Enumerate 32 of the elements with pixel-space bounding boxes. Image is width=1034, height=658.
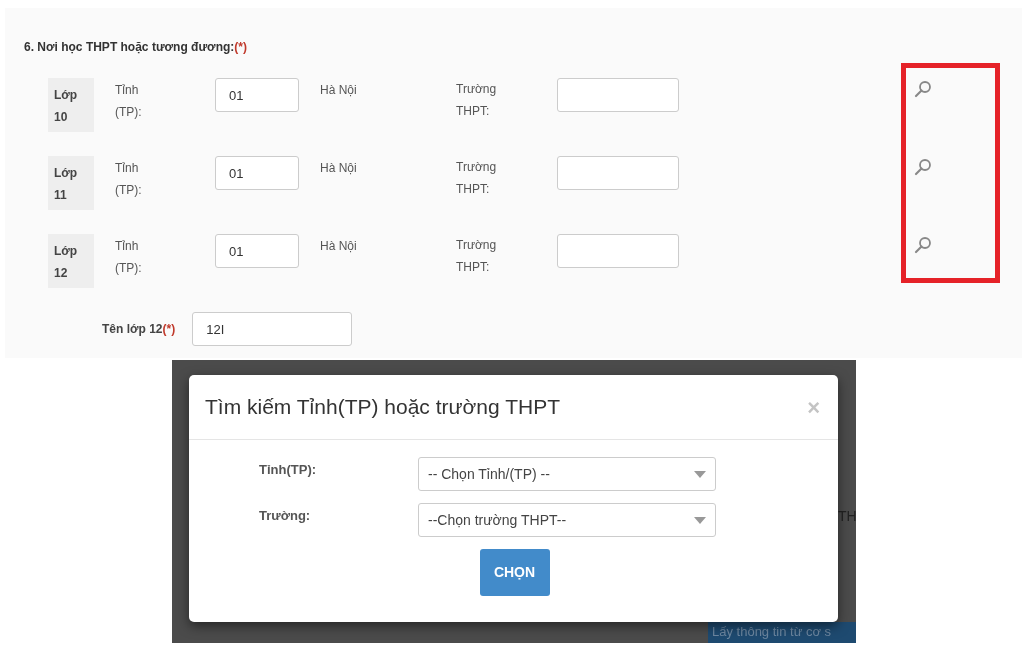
dropdown-caret-icon <box>694 470 706 478</box>
province-code-field[interactable]: 01 <box>215 156 299 190</box>
province-label: Tỉnh (TP): <box>115 238 143 277</box>
province-code-field[interactable]: 01 <box>215 234 299 268</box>
class-name-field[interactable]: 12I <box>192 312 353 346</box>
grade-label: Lớp 10 <box>48 78 94 132</box>
grade-label: Lớp 12 <box>48 234 94 288</box>
field-label: Tỉnh(TP): <box>259 461 318 479</box>
select-dropdown[interactable]: --Chọn trường THPT-- <box>418 503 716 537</box>
select-dropdown[interactable]: -- Chọn Tỉnh/(TP) -- <box>418 457 716 491</box>
grade-label: Lớp 11 <box>48 156 94 210</box>
section-title: 6. Nơi học THPT hoặc tương đương:(*) <box>24 40 247 54</box>
province-name: Hà Nội <box>320 82 358 99</box>
province-label: Tỉnh (TP): <box>115 82 143 121</box>
choose-button[interactable]: CHỌN <box>479 549 550 596</box>
class-name-label: Tên lớp 12(*) <box>102 321 176 338</box>
modal-title: Tìm kiếm Tỉnh(TP) hoặc trường THPT <box>205 394 560 421</box>
school-label: Trường THPT: <box>456 81 498 120</box>
dropdown-caret-icon <box>694 516 706 524</box>
province-name: Hà Nội <box>320 238 358 255</box>
school-field[interactable] <box>557 78 679 112</box>
school-field[interactable] <box>557 156 679 190</box>
search-icon[interactable] <box>914 80 932 98</box>
search-icon[interactable] <box>914 236 932 254</box>
school-field[interactable] <box>557 234 679 268</box>
search-icon[interactable] <box>914 158 932 176</box>
school-label: Trường THPT: <box>456 237 498 276</box>
province-code-field[interactable]: 01 <box>215 78 299 112</box>
province-label: Tỉnh (TP): <box>115 160 143 199</box>
province-name: Hà Nội <box>320 160 358 177</box>
school-label: Trường THPT: <box>456 159 498 198</box>
field-label: Trường: <box>259 507 312 525</box>
